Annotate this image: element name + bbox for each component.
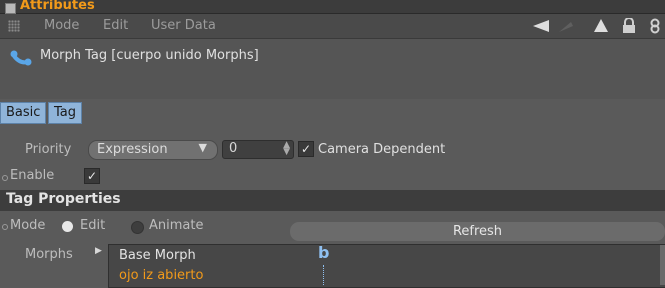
mode-label: Mode [10, 218, 46, 233]
priority-value: Expression [97, 142, 168, 157]
up-arrow-icon[interactable] [594, 19, 608, 32]
menu-mode[interactable]: Mode [44, 18, 79, 33]
stepper-arrows-icon[interactable]: ▲ ▼ [283, 141, 290, 157]
lock-icon[interactable] [622, 18, 636, 34]
tab-bar: Basic Tag [0, 102, 665, 124]
panel-toggle-box[interactable] [5, 3, 16, 14]
menu-edit[interactable]: Edit [103, 18, 128, 33]
list-scrollbar[interactable] [660, 245, 665, 285]
mode-animate-radio[interactable] [131, 221, 144, 234]
refresh-button[interactable]: Refresh [290, 222, 665, 241]
list-item[interactable]: ojo iz abierto [119, 268, 203, 283]
camera-dependent-label: Camera Dependent [318, 142, 446, 157]
column-marker: b [318, 243, 330, 262]
morph-list[interactable]: Base Morph ojo iz abierto b [108, 243, 665, 288]
enable-label: Enable [10, 168, 55, 183]
object-header: Morph Tag [cuerpo unido Morphs] [0, 39, 665, 99]
forward-arrow-icon[interactable] [557, 20, 573, 32]
link-icon[interactable] [649, 18, 661, 34]
priority-label: Priority [25, 142, 72, 157]
priority-number-value: 0 [229, 141, 238, 156]
back-arrow-icon[interactable] [533, 20, 549, 32]
menu-user-data[interactable]: User Data [151, 18, 216, 33]
animation-dot-icon[interactable] [2, 224, 8, 230]
tag-properties-header[interactable]: Tag Properties [0, 190, 665, 211]
column-divider [323, 265, 325, 285]
priority-number-field[interactable]: 0 ▲ ▼ [222, 140, 294, 159]
mode-edit-radio[interactable] [62, 221, 73, 232]
camera-dependent-checkbox[interactable]: ✓ [298, 141, 314, 157]
tab-basic[interactable]: Basic [0, 102, 47, 124]
list-item[interactable]: Base Morph [119, 248, 196, 263]
mode-animate-label: Animate [149, 218, 204, 233]
menu-bar: Mode Edit User Data [0, 14, 665, 39]
window-title: Attributes [20, 0, 95, 13]
expand-arrow-icon[interactable]: ▶ [95, 246, 102, 256]
priority-dropdown[interactable]: Expression ▼ [88, 140, 218, 160]
mode-edit-label: Edit [80, 218, 106, 233]
tab-tag[interactable]: Tag [48, 102, 83, 124]
grip-icon[interactable] [8, 20, 20, 32]
chevron-down-icon: ▼ [198, 141, 207, 154]
enable-checkbox[interactable]: ✓ [84, 168, 100, 184]
object-name: Morph Tag [cuerpo unido Morphs] [40, 48, 259, 63]
morph-tag-icon [10, 50, 32, 66]
attributes-title-bar: Attributes [0, 0, 665, 14]
basic-properties: Priority Expression ▼ 0 ▲ ▼ ✓ Camera Depe… [0, 130, 665, 190]
section-title: Tag Properties [6, 191, 121, 207]
morphs-label: Morphs [25, 247, 73, 262]
animation-dot-icon[interactable] [2, 175, 8, 181]
